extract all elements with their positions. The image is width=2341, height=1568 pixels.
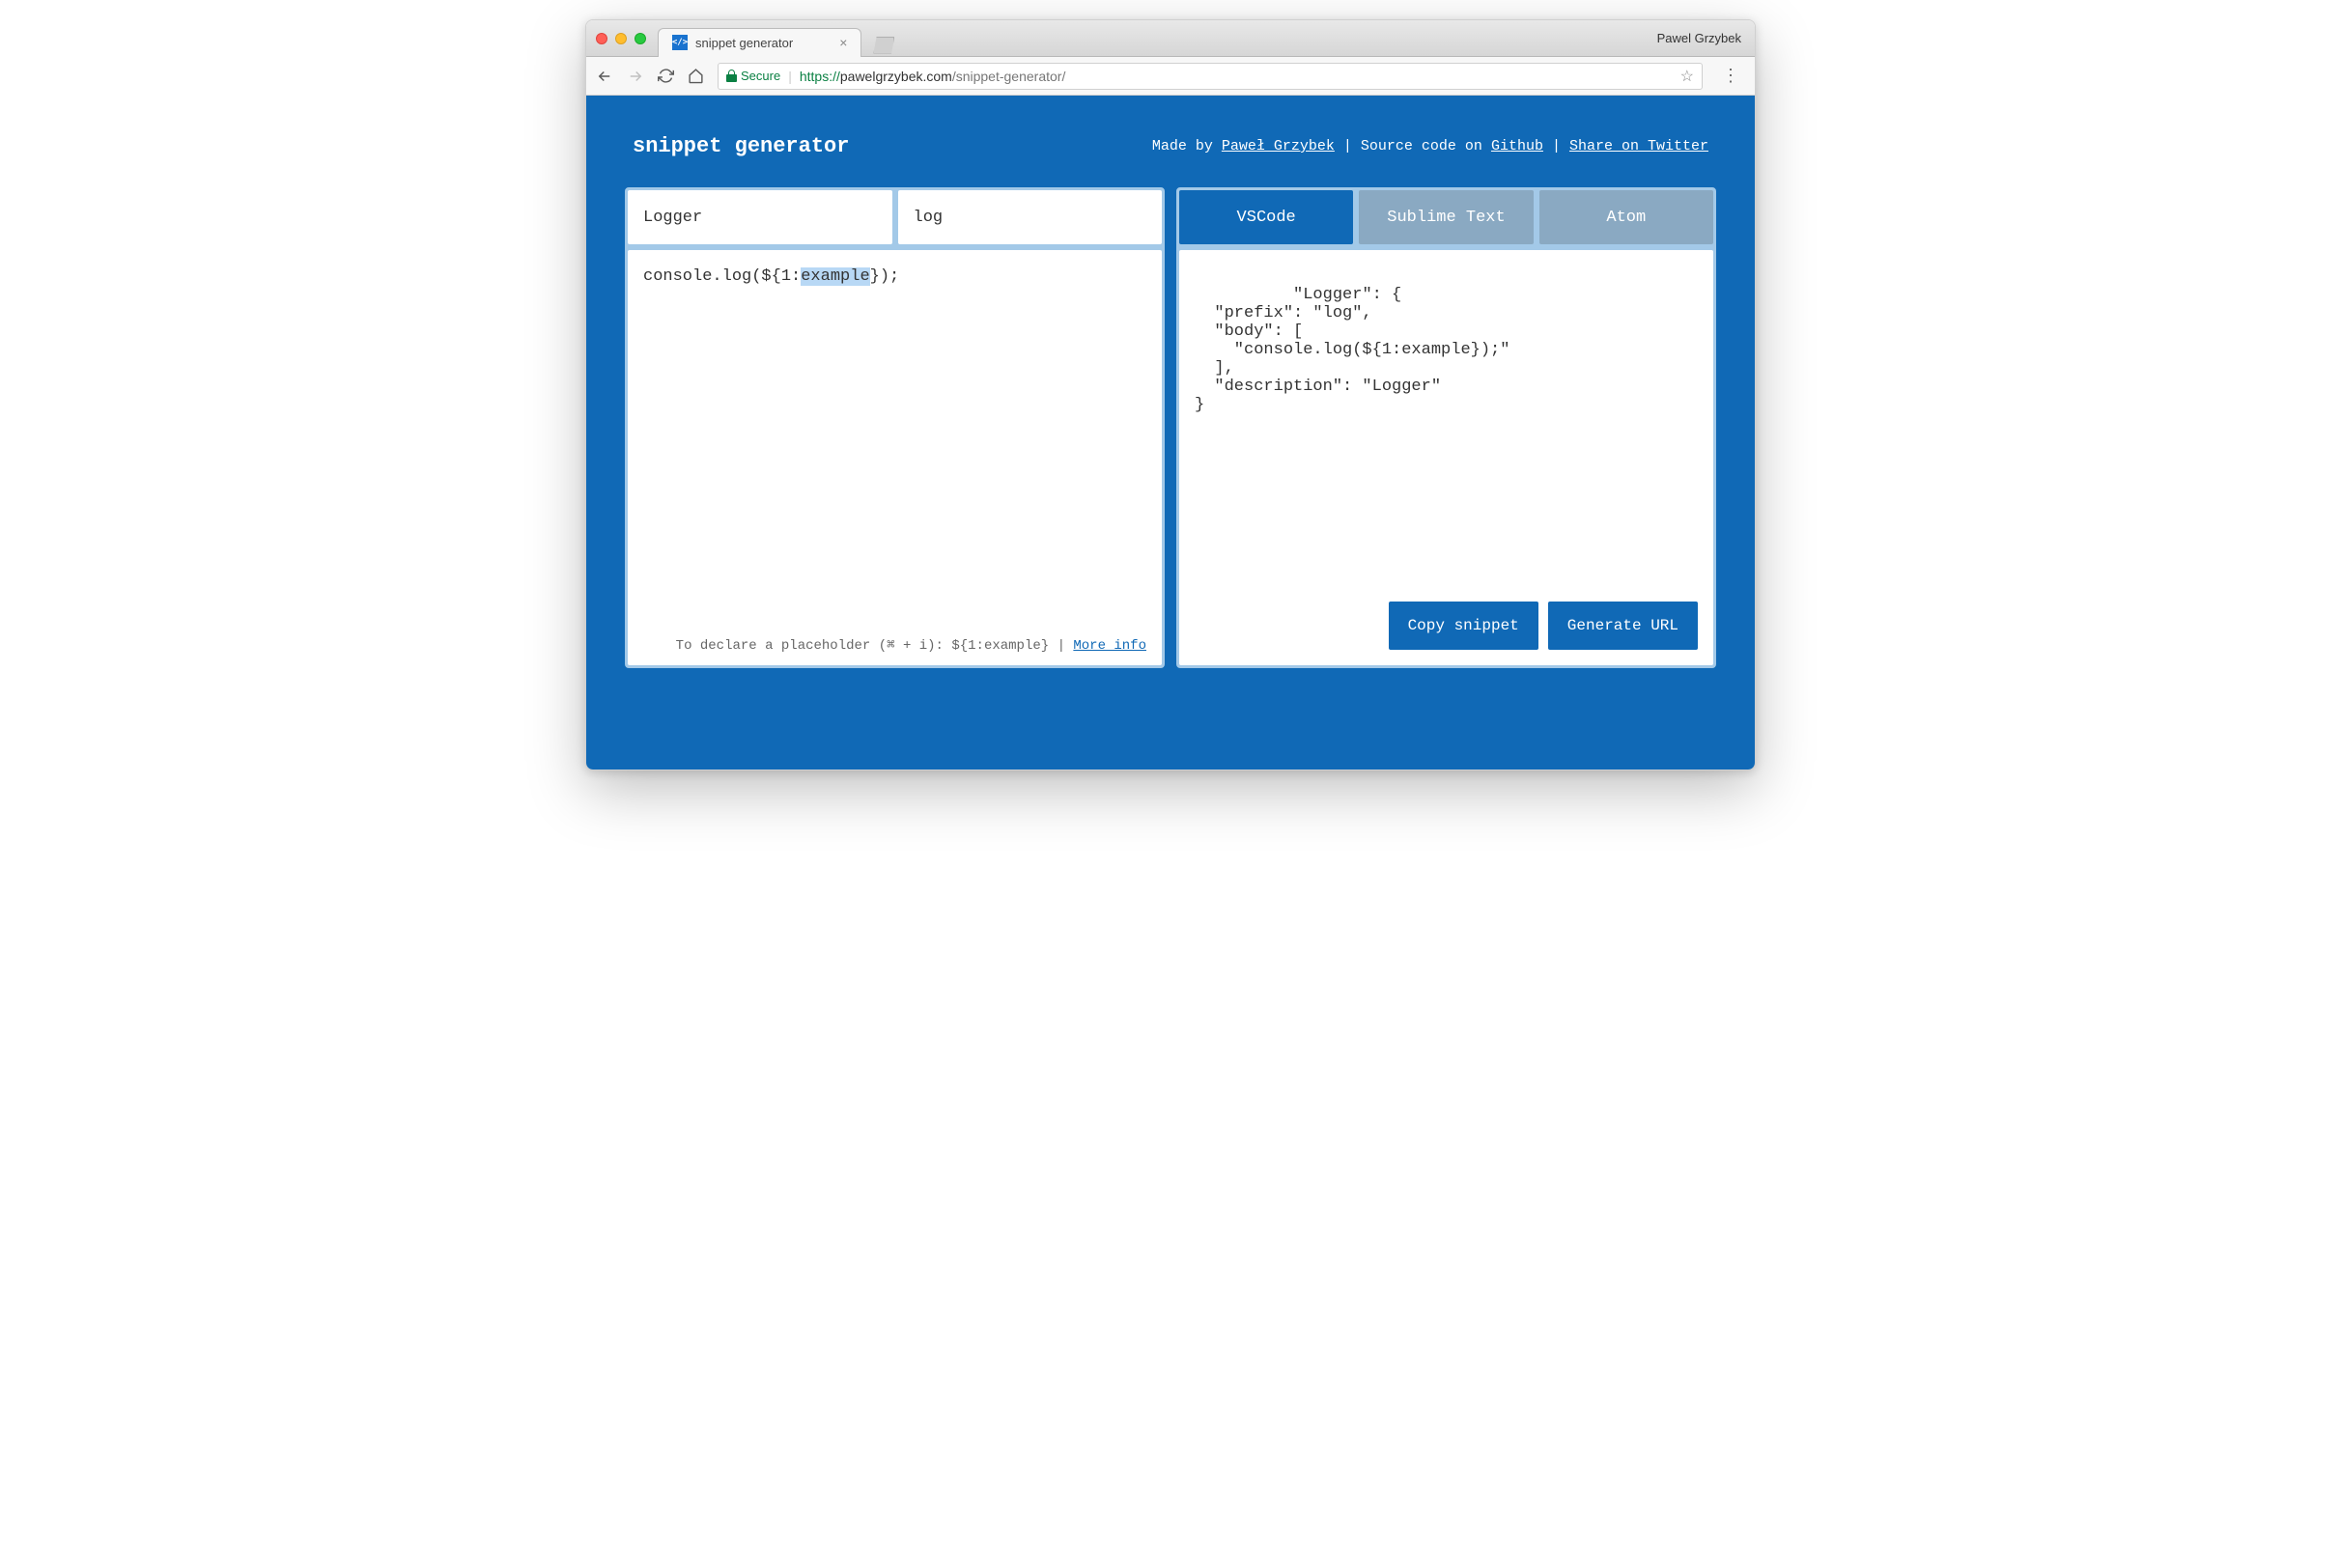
description-input[interactable] [628, 190, 892, 244]
trigger-input[interactable] [898, 190, 1163, 244]
secure-indicator[interactable]: Secure [726, 69, 780, 83]
omnibox[interactable]: Secure | https://pawelgrzybek.com/snippe… [718, 63, 1703, 90]
url-text: https://pawelgrzybek.com/snippet-generat… [800, 69, 1066, 84]
header-links: Made by Paweł Grzybek | Source code on G… [1152, 138, 1708, 154]
output-panel: VSCode Sublime Text Atom "Logger": { "pr… [1176, 187, 1716, 668]
page-content: snippet generator Made by Paweł Grzybek … [586, 96, 1755, 770]
github-link[interactable]: Github [1491, 138, 1543, 154]
placeholder-hint: To declare a placeholder (⌘ + i): ${1:ex… [676, 637, 1146, 654]
close-window-icon[interactable] [596, 33, 607, 44]
browser-menu-icon[interactable]: ⋮ [1716, 66, 1745, 86]
secure-label: Secure [741, 69, 780, 83]
app-header: snippet generator Made by Paweł Grzybek … [586, 96, 1755, 187]
generate-url-button[interactable]: Generate URL [1548, 602, 1698, 650]
browser-toolbar: Secure | https://pawelgrzybek.com/snippe… [586, 57, 1755, 96]
app-title: snippet generator [633, 134, 849, 158]
input-panel: console.log(${1:example}); To declare a … [625, 187, 1165, 668]
browser-window: </> snippet generator × Pawel Grzybek [585, 19, 1756, 770]
more-info-link[interactable]: More info [1073, 638, 1146, 654]
twitter-share-link[interactable]: Share on Twitter [1569, 138, 1708, 154]
reload-icon[interactable] [658, 68, 674, 85]
nav-icons [596, 68, 704, 85]
output-code[interactable]: "Logger": { "prefix": "log", "body": [ "… [1179, 250, 1713, 665]
browser-tab[interactable]: </> snippet generator × [658, 28, 861, 57]
new-tab-button[interactable] [873, 37, 894, 54]
snippet-body-input[interactable]: console.log(${1:example}); [628, 250, 1162, 665]
copy-snippet-button[interactable]: Copy snippet [1389, 602, 1538, 650]
maximize-window-icon[interactable] [635, 33, 646, 44]
tab-sublime[interactable]: Sublime Text [1359, 190, 1533, 244]
forward-icon [627, 68, 644, 85]
minimize-window-icon[interactable] [615, 33, 627, 44]
lock-icon [726, 70, 737, 82]
bookmark-star-icon[interactable]: ☆ [1680, 67, 1694, 86]
tab-close-icon[interactable]: × [839, 35, 847, 50]
home-icon[interactable] [688, 68, 704, 85]
author-link[interactable]: Paweł Grzybek [1222, 138, 1335, 154]
tab-vscode[interactable]: VSCode [1179, 190, 1353, 244]
favicon-icon: </> [672, 35, 688, 50]
back-icon[interactable] [596, 68, 613, 85]
tab-title: snippet generator [695, 36, 793, 50]
profile-name[interactable]: Pawel Grzybek [1657, 31, 1741, 45]
panels: console.log(${1:example}); To declare a … [586, 187, 1755, 707]
tab-atom[interactable]: Atom [1539, 190, 1713, 244]
window-titlebar: </> snippet generator × Pawel Grzybek [586, 20, 1755, 57]
text-selection: example [801, 267, 869, 286]
traffic-lights [596, 33, 646, 44]
